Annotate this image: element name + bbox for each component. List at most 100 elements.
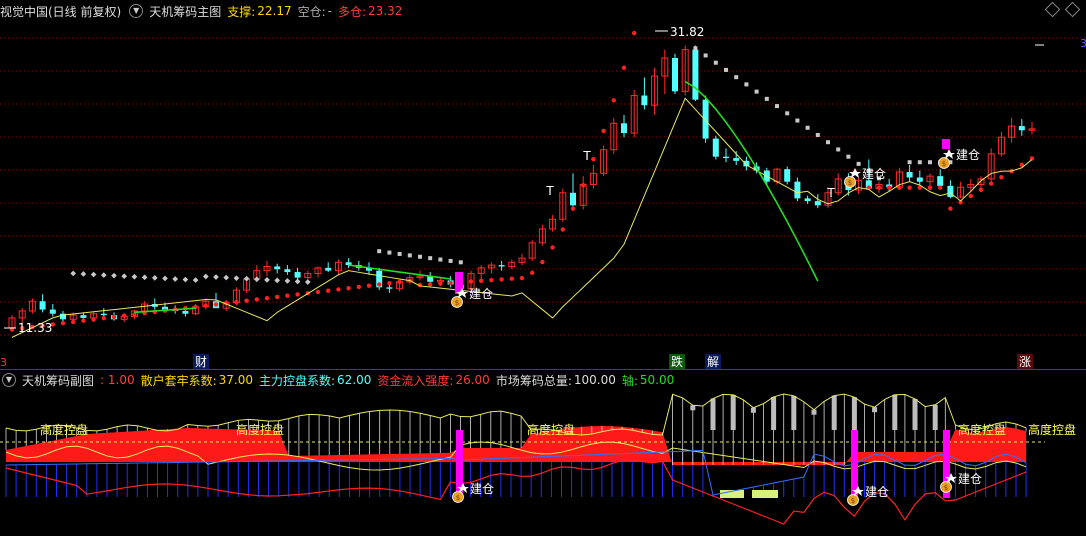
resistance-dot [754, 89, 759, 94]
support-dot [530, 270, 535, 275]
resistance-dot [284, 278, 291, 284]
resistance-dots [70, 46, 953, 285]
event-label: 涨 [1019, 354, 1031, 369]
event-label: 跌 [671, 354, 683, 369]
support-dot [448, 280, 453, 286]
axis-value: 50.00 [639, 373, 675, 387]
stock-title[interactable]: 视觉中国(日线 前复权) [0, 3, 121, 20]
event-label: 解 [707, 355, 719, 369]
empty-value: - [327, 4, 332, 18]
support-dot [978, 187, 984, 192]
gray-bar [851, 397, 857, 430]
candle-body-down [906, 171, 913, 178]
resistance-dot [805, 125, 810, 130]
resistance-dot [815, 132, 820, 137]
gray-bar [710, 398, 716, 430]
candle-body-down [100, 313, 107, 316]
resistance-dot [223, 274, 230, 281]
candle-body-down [916, 177, 923, 182]
chevron-down-icon[interactable]: ▼ [129, 4, 144, 18]
candle-body-down [49, 309, 56, 314]
resistance-dot [80, 271, 87, 277]
support-dot [101, 316, 107, 321]
support-dot [234, 299, 239, 305]
candle-body-down [325, 267, 332, 271]
resistance-dot [121, 273, 128, 280]
support-dot [275, 294, 280, 300]
support-dot [295, 292, 300, 297]
gray-bar [811, 409, 817, 415]
candle-body-down [794, 181, 801, 199]
axis-label: 轴: [621, 373, 638, 388]
main-price-chart[interactable]: $ 建仓 $ 建仓 $ 建仓 T T T 31.82 11.33 3 财 跌 解 涨 3 [0, 0, 1086, 369]
support-dot [927, 185, 933, 190]
candle-body-down [723, 156, 729, 159]
support-dot [315, 289, 321, 295]
gray-bar [872, 407, 878, 413]
resistance-dot [243, 275, 250, 282]
resistance-dot [387, 250, 392, 255]
support-dot [254, 297, 259, 302]
resistance-dot [294, 278, 301, 285]
support-dot [907, 185, 912, 190]
support-dot [999, 175, 1004, 180]
t-marker: T [545, 184, 554, 198]
resistance-dot [438, 257, 443, 262]
resistance-dot [428, 256, 433, 261]
resistance-dot [151, 275, 158, 281]
candle-body-down [804, 198, 811, 202]
support-dot [479, 278, 484, 284]
long-value: 23.32 [368, 4, 403, 18]
resistance-dot [213, 274, 219, 280]
resistance-dot [724, 67, 728, 72]
resistance-dot [775, 104, 779, 109]
main-control-value: 62.00 [337, 373, 372, 387]
resistance-dot [458, 260, 463, 265]
chip-top-line [5, 393, 1027, 436]
resistance-dot [253, 276, 260, 283]
resistance-dot [90, 271, 97, 278]
support-dot [356, 284, 361, 290]
support-dot [81, 318, 86, 323]
resistance-dot [713, 60, 718, 65]
gray-bar [831, 395, 837, 430]
candle-body-down [712, 138, 719, 157]
support-dot [213, 302, 219, 307]
candle-body-down [672, 57, 678, 92]
gray-bar [892, 394, 898, 430]
main-indicator-name[interactable]: 天机筹码主图 [149, 3, 221, 20]
resistance-dot [744, 82, 749, 87]
support-dot [540, 259, 545, 265]
chevron-down-icon-sub[interactable]: ▼ [2, 373, 16, 387]
support-dot [122, 313, 127, 318]
sub-indicator-name[interactable]: 天机筹码副图 [22, 372, 94, 389]
coin-dollar-icon: $ [942, 160, 946, 168]
gray-bar [912, 398, 918, 430]
support-dot [366, 283, 372, 288]
support-dot [336, 287, 341, 292]
support-dot [948, 206, 953, 211]
high-control-label: 高度控盘 [236, 422, 284, 437]
support-dot [601, 128, 606, 134]
resistance-dot [397, 251, 402, 256]
resistance-dot [448, 258, 453, 263]
coin-dollar-icon: $ [455, 299, 459, 307]
resistance-dot [785, 111, 790, 116]
candle-body-down [733, 158, 740, 161]
build-signal-label: 建仓 [956, 148, 980, 162]
support-dot [91, 317, 96, 322]
support-dot [989, 181, 994, 186]
sub-indicator-chart[interactable]: 高度控盘 高度控盘 高度控盘 高度控盘 高度控盘 $ 建仓 $ 建仓 $ 建仓 [0, 370, 1086, 536]
control-area [6, 426, 1027, 465]
resistance-dot [182, 276, 189, 283]
support-dot [632, 30, 637, 36]
candle-body-down [80, 315, 87, 318]
support-dot [326, 288, 331, 293]
support-dot [377, 282, 382, 287]
candle-body-down [284, 269, 291, 273]
build-signal-label: 建仓 [862, 167, 886, 181]
build-signal-label: 建仓 [958, 472, 982, 486]
resistance-dot [703, 53, 708, 58]
coin-dollar-icon: $ [848, 179, 852, 187]
resistance-dot [846, 154, 851, 159]
